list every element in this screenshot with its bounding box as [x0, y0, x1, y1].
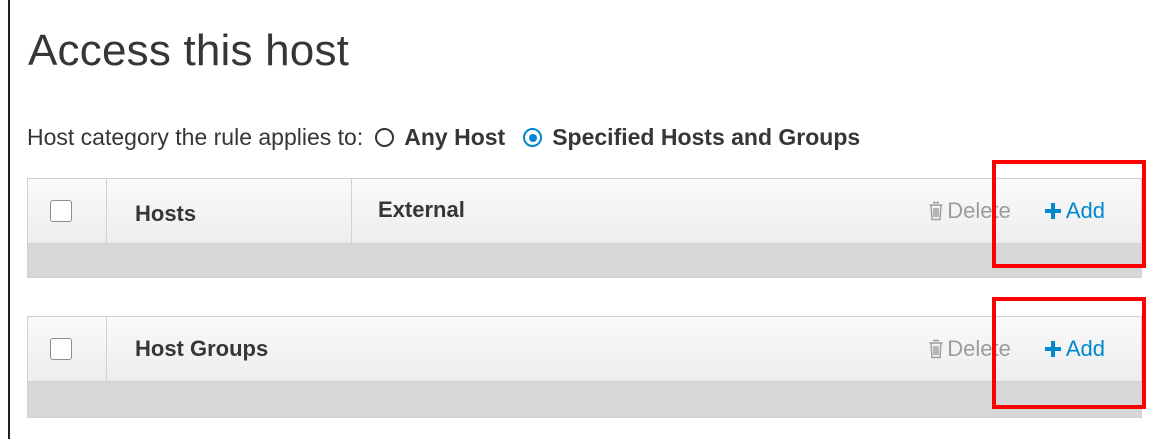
radio-any-host-button[interactable] — [375, 128, 395, 147]
radio-specified-hosts[interactable]: Specified Hosts and Groups — [523, 124, 860, 151]
hosts-table-actions: Delete Add — [928, 179, 1141, 243]
hosts-table: Hosts External Delete Add — [27, 178, 1142, 278]
page-title: Access this host — [28, 26, 350, 75]
host-category-label: Host category the rule applies to: — [27, 124, 364, 150]
host-groups-select-all-checkbox[interactable] — [50, 338, 72, 360]
plus-icon — [1044, 203, 1061, 219]
host-groups-add-label: Add — [1065, 336, 1105, 361]
hosts-add-button[interactable]: Add — [1044, 198, 1105, 224]
host-groups-delete-label: Delete — [947, 336, 1011, 361]
host-groups-select-all-cell — [28, 317, 107, 381]
host-groups-table-header: Host Groups Delete Add — [28, 317, 1141, 382]
trash-icon — [929, 339, 943, 359]
trash-icon — [929, 201, 943, 221]
radio-specified-hosts-button[interactable] — [523, 128, 543, 147]
radio-any-host[interactable]: Any Host — [375, 124, 505, 151]
plus-icon — [1044, 341, 1061, 357]
hosts-delete-label: Delete — [947, 198, 1011, 223]
external-column-header[interactable]: External — [352, 179, 465, 243]
hosts-add-label: Add — [1065, 198, 1105, 223]
hosts-table-header: Hosts External Delete Add — [28, 179, 1141, 244]
hosts-table-body — [28, 244, 1141, 277]
host-groups-table-actions: Delete Add — [928, 317, 1141, 381]
hosts-delete-button[interactable]: Delete — [928, 198, 1011, 224]
left-border — [8, 0, 10, 439]
hosts-select-all-cell — [28, 179, 107, 243]
host-groups-delete-button[interactable]: Delete — [928, 336, 1011, 362]
host-category-selector: Host category the rule applies to: Any H… — [27, 124, 878, 151]
host-groups-column-header[interactable]: Host Groups — [107, 317, 268, 381]
hosts-select-all-checkbox[interactable] — [50, 200, 72, 222]
radio-any-host-label[interactable]: Any Host — [404, 124, 505, 151]
hosts-column-header[interactable]: Hosts — [107, 179, 352, 243]
host-groups-table: Host Groups Delete Add — [27, 316, 1142, 418]
host-groups-add-button[interactable]: Add — [1044, 336, 1105, 362]
host-groups-table-body — [28, 382, 1141, 417]
radio-specified-hosts-label[interactable]: Specified Hosts and Groups — [552, 124, 860, 151]
